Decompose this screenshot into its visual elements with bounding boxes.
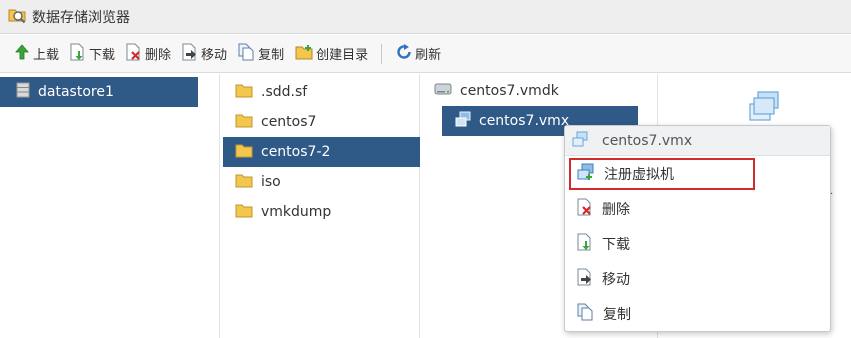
copy-icon [577, 303, 594, 325]
copy-label: 复制 [258, 48, 285, 63]
toolbar: 上载 下载 删除 移动 复制 创建目录 刷新 [0, 35, 851, 73]
folder-icon [235, 143, 253, 162]
folder-icon [235, 173, 253, 192]
move-button[interactable]: 移动 [178, 41, 231, 67]
menu-item-delete[interactable]: 删除 [565, 192, 830, 226]
register-vm-highlight-box [569, 158, 755, 190]
download-icon [577, 233, 593, 255]
copy-icon [238, 43, 255, 65]
menu-item-download[interactable]: 下载 [565, 227, 830, 261]
upload-icon [14, 43, 30, 64]
upload-button[interactable]: 上载 [10, 41, 63, 67]
datastore-column: datastore1 [0, 74, 220, 338]
menu-item-label: 复制 [603, 307, 631, 323]
menu-item-copy[interactable]: 复制 [565, 297, 830, 331]
folder-item[interactable]: centos7 [221, 107, 420, 137]
folder-icon [235, 83, 253, 102]
create-directory-button[interactable]: 创建目录 [291, 41, 372, 67]
datastore-name: datastore1 [38, 84, 114, 100]
delete-icon [577, 198, 593, 220]
move-label: 移动 [201, 48, 228, 63]
file-name: centos7.vmx [479, 113, 570, 129]
folder-icon [235, 203, 253, 222]
datastore-item[interactable]: datastore1 [0, 77, 198, 107]
copy-button[interactable]: 复制 [234, 41, 288, 67]
folder-name: iso [261, 174, 281, 190]
folder-item[interactable]: centos7-2 [223, 137, 420, 167]
vm-config-icon [747, 90, 781, 128]
move-icon [182, 43, 198, 65]
folder-column: .sdd.sf centos7 centos7-2 iso vmkdump [221, 74, 420, 338]
file-item[interactable]: centos7.vmdk [421, 76, 638, 106]
folder-icon [235, 113, 253, 132]
upload-label: 上载 [33, 48, 60, 63]
menu-item-label: 删除 [602, 202, 630, 218]
window-title: 数据存储浏览器 [32, 9, 130, 26]
move-icon [577, 268, 593, 290]
delete-button[interactable]: 删除 [122, 41, 175, 67]
menu-item-move[interactable]: 移动 [565, 262, 830, 296]
context-menu: centos7.vmx 注册虚拟机 删除 下载 移动 复制 [564, 125, 831, 332]
folder-item[interactable]: iso [221, 167, 420, 197]
context-menu-header: centos7.vmx [565, 126, 830, 156]
folder-name: vmkdump [261, 204, 332, 220]
download-label: 下载 [89, 48, 116, 63]
refresh-label: 刷新 [415, 48, 442, 63]
refresh-icon [396, 43, 412, 64]
context-menu-title: centos7.vmx [602, 132, 693, 149]
vm-config-icon [572, 131, 588, 151]
vm-config-icon [455, 111, 471, 131]
toolbar-separator [381, 43, 383, 64]
menu-item-label: 下载 [602, 237, 630, 253]
download-button[interactable]: 下载 [66, 41, 119, 67]
folder-name: .sdd.sf [261, 84, 308, 100]
delete-icon [126, 43, 142, 65]
folder-item[interactable]: .sdd.sf [221, 77, 420, 107]
title-bar: 数据存储浏览器 [0, 0, 851, 34]
delete-label: 删除 [145, 48, 172, 63]
datastore-icon [16, 82, 30, 102]
new-folder-icon [295, 44, 313, 64]
download-icon [70, 43, 86, 65]
file-name: centos7.vmdk [460, 83, 559, 99]
menu-item-label: 移动 [602, 272, 630, 288]
folder-item[interactable]: vmkdump [221, 197, 420, 227]
folder-name: centos7 [261, 114, 317, 130]
refresh-button[interactable]: 刷新 [392, 41, 445, 67]
disk-icon [434, 81, 452, 101]
datastore-browser-icon [8, 6, 26, 28]
create-directory-label: 创建目录 [316, 48, 369, 63]
folder-name: centos7-2 [261, 144, 331, 160]
